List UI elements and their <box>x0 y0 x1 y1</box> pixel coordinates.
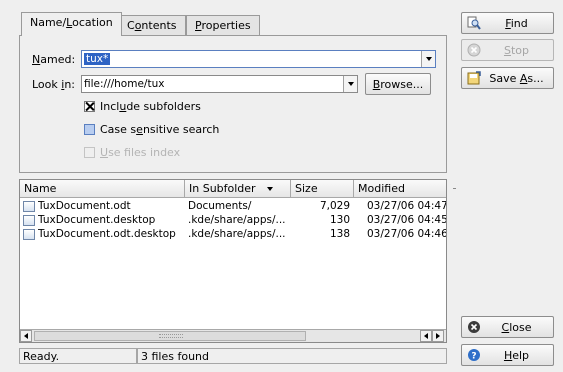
named-label: Named: <box>32 53 76 66</box>
close-icon <box>467 320 481 334</box>
svg-text:?: ? <box>471 352 476 362</box>
scroll-right-button[interactable] <box>432 330 444 342</box>
find-button[interactable]: Find <box>461 12 554 34</box>
save-as-button[interactable]: Save As... <box>461 67 554 89</box>
stop-button: Stop <box>461 39 554 61</box>
row-name: TuxDocument.odt <box>38 200 131 212</box>
table-row[interactable]: TuxDocument.desktop .kde/share/apps/... … <box>20 214 447 227</box>
row-modified: 03/27/06 04:47 <box>367 200 447 212</box>
look-in-combobox[interactable]: file:///home/tux <box>81 75 358 93</box>
find-icon <box>467 16 481 30</box>
tab-label: ntents <box>141 19 177 32</box>
tab-contents[interactable]: Contents <box>118 15 186 35</box>
scroll-left-button[interactable] <box>20 330 32 342</box>
column-header-modified[interactable]: Modified <box>354 180 446 198</box>
status-ready: Ready. <box>19 348 137 364</box>
splitter-handle[interactable] <box>453 188 456 189</box>
use-files-index-label: Use files index <box>100 146 181 159</box>
tab-label: Name/ <box>30 16 67 29</box>
row-size: 138 <box>329 228 350 240</box>
help-button[interactable]: ? Help <box>461 344 554 366</box>
chevron-down-icon <box>347 82 354 86</box>
include-subfolders-checkbox[interactable] <box>84 101 95 112</box>
horizontal-scrollbar[interactable] <box>20 329 446 342</box>
table-row[interactable]: TuxDocument.odt.desktop .kde/share/apps/… <box>20 228 447 241</box>
named-combobox[interactable]: tux* <box>81 50 436 68</box>
arrow-right-icon <box>436 333 440 339</box>
column-header-size[interactable]: Size <box>291 180 354 198</box>
look-in-label: Look in: <box>32 78 76 91</box>
tab-label: C <box>127 19 135 32</box>
close-button[interactable]: Close <box>461 316 554 338</box>
scrollbar-thumb[interactable] <box>34 331 306 341</box>
case-sensitive-label[interactable]: Case sensitive search <box>100 123 219 136</box>
named-input-value[interactable]: tux* <box>84 53 111 65</box>
grip-icon <box>159 334 183 338</box>
row-size: 7,029 <box>319 200 350 212</box>
scroll-left-button[interactable] <box>420 330 432 342</box>
row-subfolder: Documents/ <box>188 200 252 212</box>
tab-label: ocation <box>72 16 113 29</box>
tab-properties[interactable]: Properties <box>186 15 260 35</box>
use-files-index-checkbox <box>84 147 95 158</box>
tab-name-location[interactable]: Name/Location <box>21 12 122 36</box>
tab-label: roperties <box>201 19 251 32</box>
named-dropdown-button[interactable] <box>421 51 435 67</box>
arrow-left-icon <box>424 333 428 339</box>
row-size: 130 <box>329 214 350 226</box>
column-header-name[interactable]: Name <box>20 180 185 198</box>
document-icon <box>23 229 35 240</box>
browse-button[interactable]: Browse... <box>365 73 431 95</box>
case-sensitive-checkbox[interactable] <box>84 124 95 135</box>
save-icon <box>467 71 481 85</box>
table-row[interactable]: TuxDocument.odt Documents/ 7,029 03/27/0… <box>20 200 447 213</box>
row-subfolder: .kde/share/apps/... <box>188 214 286 226</box>
row-modified: 03/27/06 04:45 <box>367 214 447 226</box>
document-icon <box>23 215 35 226</box>
stop-icon <box>467 43 481 57</box>
help-icon: ? <box>467 348 481 362</box>
include-subfolders-label[interactable]: Include subfolders <box>100 100 201 113</box>
row-name: TuxDocument.odt.desktop <box>38 228 176 240</box>
row-subfolder: .kde/share/apps/... <box>188 228 286 240</box>
name-location-panel: Named: tux* Look in: file:///home/tux Br… <box>19 35 447 173</box>
column-header-in-subfolder[interactable]: In Subfolder <box>185 180 291 198</box>
look-in-value[interactable]: file:///home/tux <box>84 78 164 90</box>
arrow-left-icon <box>24 333 28 339</box>
row-modified: 03/27/06 04:46 <box>367 228 447 240</box>
look-in-dropdown-button[interactable] <box>343 76 357 92</box>
sort-descending-icon <box>267 187 274 191</box>
chevron-down-icon <box>425 57 432 61</box>
document-icon <box>23 201 35 212</box>
status-file-count: 3 files found <box>137 348 447 364</box>
row-name: TuxDocument.desktop <box>38 214 156 226</box>
results-list[interactable]: Name In Subfolder Size Modified TuxDocum… <box>19 179 447 343</box>
